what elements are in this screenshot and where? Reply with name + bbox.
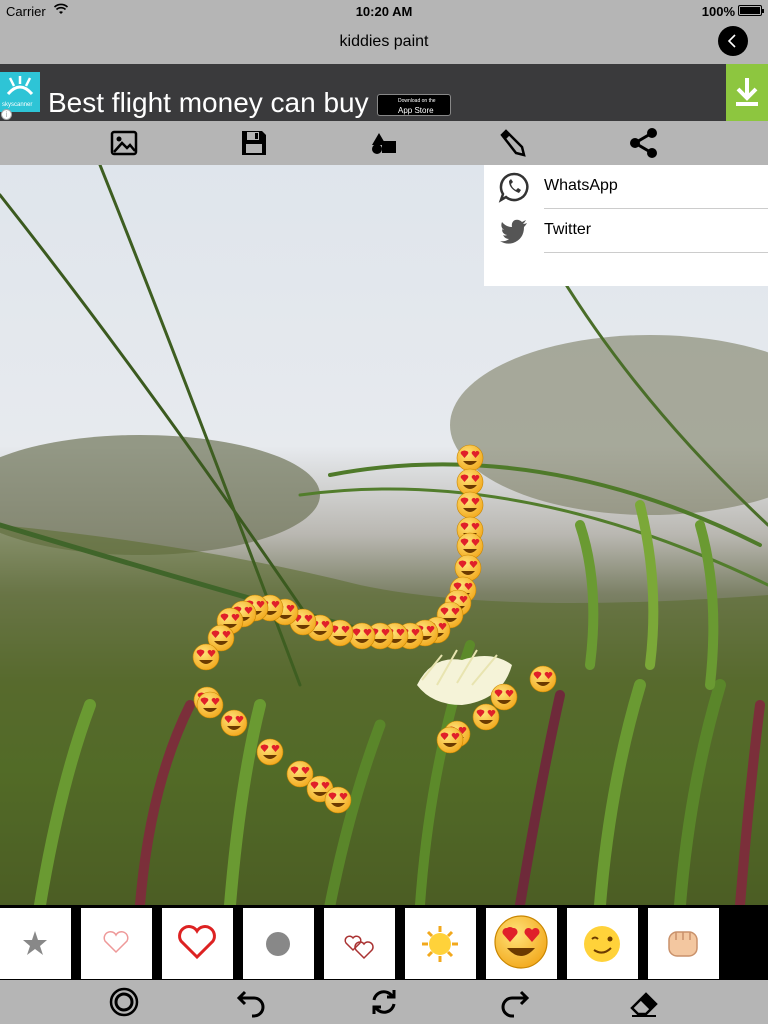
circle-icon	[266, 932, 290, 956]
heart-outline-icon	[178, 925, 216, 960]
brush-selector	[0, 905, 768, 980]
heart-eyes-emoji-icon	[494, 915, 548, 969]
battery-percent: 100%	[701, 4, 735, 19]
share-item-label: Twitter	[544, 221, 592, 238]
brush-star[interactable]	[0, 908, 71, 979]
brush-wink[interactable]	[567, 908, 638, 979]
clock: 10:20 AM	[355, 4, 413, 19]
save-icon[interactable]	[240, 129, 268, 157]
brush-size-icon[interactable]	[108, 986, 140, 1018]
image-icon[interactable]	[110, 129, 138, 157]
nav-bar: kiddies paint	[0, 22, 768, 64]
share-item-whatsapp[interactable]: WhatsApp	[484, 165, 768, 209]
status-bar: Carrier 10:20 AM 100%	[0, 0, 768, 22]
brush-heart-eyes[interactable]	[486, 908, 557, 979]
share-icon[interactable]	[628, 127, 660, 159]
info-icon[interactable]: i	[1, 109, 12, 120]
share-menu: WhatsApp Twitter	[484, 165, 768, 286]
pencil-icon[interactable]	[498, 129, 526, 157]
chevron-left-icon[interactable]	[718, 26, 748, 56]
brush-heart-thin[interactable]	[81, 908, 152, 979]
logo-text: skyscanner	[2, 102, 33, 108]
page-title: kiddies paint	[339, 33, 429, 50]
download-icon	[736, 78, 758, 106]
redo-icon[interactable]	[498, 986, 530, 1018]
star-icon	[23, 931, 47, 955]
bottom-toolbar	[0, 980, 768, 1024]
ad-headline: Best flight money can buy	[48, 87, 369, 118]
wink-emoji-icon	[584, 926, 620, 962]
undo-icon[interactable]	[236, 986, 268, 1018]
sun-icon	[422, 926, 458, 962]
brush-fist[interactable]	[648, 908, 719, 979]
fist-emoji-icon	[668, 931, 698, 957]
skyscanner-logo: skyscanner	[0, 72, 40, 112]
battery-icon	[738, 5, 764, 16]
whatsapp-icon	[498, 171, 530, 203]
share-item-label: WhatsApp	[544, 177, 618, 194]
ad-banner[interactable]: skyscanner i Best flight money can buy D…	[0, 64, 768, 121]
eraser-icon[interactable]	[628, 986, 660, 1018]
app-store-small-text: Download on the	[398, 98, 436, 104]
double-heart-icon	[344, 935, 374, 960]
download-button[interactable]	[726, 64, 768, 121]
brush-heart-red[interactable]	[162, 908, 233, 979]
app-store-badge[interactable]: Download on the App Store	[377, 94, 451, 116]
twitter-icon	[498, 215, 530, 247]
brush-double-heart[interactable]	[324, 908, 395, 979]
app-store-label: App Store	[398, 106, 434, 115]
top-toolbar	[0, 121, 768, 165]
refresh-icon[interactable]	[368, 986, 400, 1018]
brush-circle[interactable]	[243, 908, 314, 979]
divider	[544, 252, 768, 253]
heart-outline-icon	[103, 931, 129, 954]
brush-sun[interactable]	[405, 908, 476, 979]
share-item-twitter[interactable]: Twitter	[484, 209, 768, 253]
shapes-icon[interactable]	[370, 129, 398, 157]
